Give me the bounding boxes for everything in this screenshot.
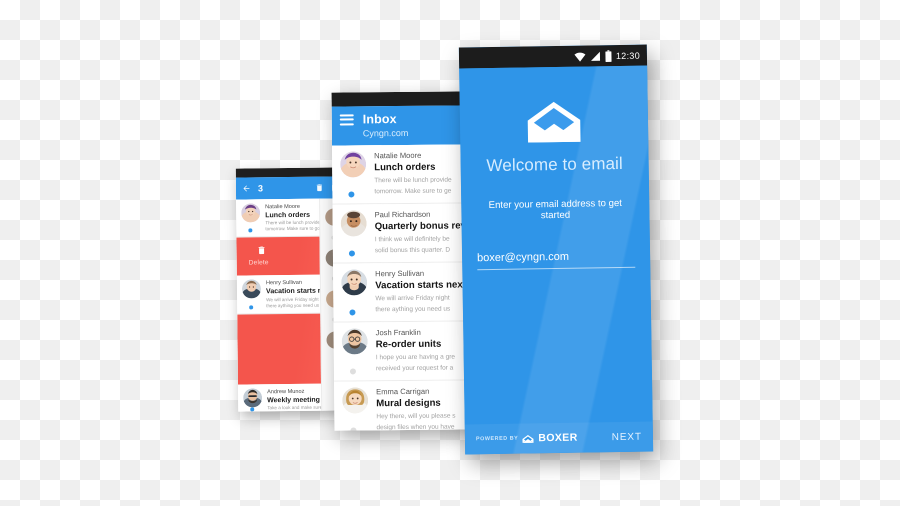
hamburger-menu-icon[interactable] bbox=[339, 111, 354, 127]
sender-name: Josh Franklin bbox=[375, 327, 421, 338]
avatar bbox=[241, 279, 262, 299]
sender-name: Henry Sullivan bbox=[375, 268, 425, 279]
account-subtitle: Cyngn.com bbox=[362, 127, 409, 139]
unread-dot bbox=[348, 250, 355, 257]
list-item-text: Henry Sullivan Vacation starts nex We wi… bbox=[375, 269, 467, 315]
inbox-email-list: Natalie Moore Lunch orders There will be… bbox=[331, 144, 475, 431]
welcome-bottom-bar: POWERED BY BOXER NEXT bbox=[464, 421, 654, 455]
appbar-top-row: Inbox bbox=[339, 110, 464, 127]
welcome-screen: Welcome to email Enter your email addres… bbox=[459, 65, 654, 455]
avatar bbox=[243, 388, 263, 408]
powered-by-boxer: POWERED BY BOXER bbox=[476, 432, 578, 446]
trash-icon[interactable] bbox=[315, 183, 324, 193]
open-envelope-icon bbox=[527, 101, 581, 143]
email-preview-line2: solid bonus this quarter. D bbox=[374, 246, 451, 254]
avatar bbox=[340, 210, 367, 237]
unread-dot bbox=[249, 305, 254, 310]
wifi-icon bbox=[574, 52, 586, 62]
unread-dot bbox=[250, 407, 255, 412]
list-item[interactable]: Josh Franklin Re-order units I hope you … bbox=[333, 321, 475, 382]
inbox-appbar: Inbox Cyngn.com bbox=[331, 105, 472, 146]
sender-name: Natalie Moore bbox=[374, 150, 422, 161]
signal-icon bbox=[591, 51, 601, 61]
list-item-text: Paul Richardson Quarterly bonus rev I th… bbox=[375, 209, 467, 255]
back-arrow-icon[interactable] bbox=[242, 183, 251, 193]
middle-phone-screen: Inbox Cyngn.com Natalie Moore Lunch orde… bbox=[331, 91, 475, 431]
next-button[interactable]: NEXT bbox=[612, 431, 642, 442]
email-subject: Mural designs bbox=[376, 398, 441, 410]
list-item-text: Emma Carrigan Mural designs Hey there, w… bbox=[376, 387, 468, 431]
list-item[interactable]: Henry Sullivan Vacation starts nex We wi… bbox=[333, 262, 474, 323]
front-phone-screen: 12:30 Welcome to email Enter your email … bbox=[458, 44, 654, 455]
status-time: 12:30 bbox=[615, 50, 641, 61]
read-dot bbox=[350, 427, 357, 431]
welcome-title: Welcome to email bbox=[486, 153, 623, 176]
list-item[interactable]: Paul Richardson Quarterly bonus rev I th… bbox=[332, 203, 474, 264]
avatar bbox=[341, 328, 368, 355]
email-preview-line1: Hey there, will you please s bbox=[376, 412, 456, 421]
unread-dot bbox=[348, 191, 355, 198]
list-item[interactable]: Emma Carrigan Mural designs Hey there, w… bbox=[334, 380, 475, 431]
swipe-delete-label: Delete bbox=[248, 259, 269, 267]
avatar bbox=[342, 387, 369, 414]
trash-icon bbox=[258, 247, 265, 255]
email-preview-line2: tomorrow. Make sure to ge bbox=[374, 187, 452, 195]
avatar bbox=[341, 269, 368, 296]
email-preview-line1: There will be lunch provide bbox=[374, 176, 452, 185]
email-preview-line1: I think we will definitely be bbox=[374, 235, 450, 244]
email-preview-line1: I hope you are having a gre bbox=[375, 353, 456, 362]
phone-mockup-composition: 3 Natalie Moore Lunch orders There will … bbox=[0, 0, 900, 506]
list-item[interactable]: Natalie Moore Lunch orders There will be… bbox=[331, 144, 473, 205]
unread-dot bbox=[349, 309, 356, 316]
sender-name: Paul Richardson bbox=[374, 209, 431, 220]
list-item-text: Natalie Moore Lunch orders There will be… bbox=[374, 150, 466, 196]
battery-icon bbox=[605, 49, 612, 62]
email-subject: Re-order units bbox=[375, 339, 442, 351]
email-preview-line1: We will arrive Friday night bbox=[375, 294, 450, 303]
page-title: Inbox bbox=[362, 112, 397, 127]
email-preview-line2: there aything you need us bbox=[375, 305, 451, 313]
unread-dot bbox=[248, 228, 253, 233]
front-phone-statusbar: 12:30 bbox=[458, 44, 648, 69]
email-preview-line2: received your request for a bbox=[375, 364, 454, 372]
powered-by-label: POWERED BY bbox=[475, 435, 519, 443]
boxer-envelope-icon bbox=[522, 434, 534, 443]
read-dot bbox=[349, 368, 356, 375]
selection-count: 3 bbox=[257, 183, 264, 194]
avatar bbox=[241, 203, 261, 223]
middle-phone-statusbar bbox=[331, 91, 472, 107]
email-field-wrapper[interactable]: boxer@cyngn.com bbox=[477, 250, 636, 271]
back-phone-screen: 3 Natalie Moore Lunch orders There will … bbox=[235, 167, 349, 412]
sender-name: Emma Carrigan bbox=[376, 386, 430, 397]
instruction-text: Enter your email address to get started bbox=[488, 197, 623, 222]
boxer-brand-name: BOXER bbox=[538, 431, 578, 445]
email-subject: Lunch orders bbox=[374, 161, 436, 174]
email-subject: Quarterly bonus rev bbox=[374, 220, 466, 233]
email-subject: Vacation starts nex bbox=[375, 279, 463, 292]
email-preview-line2: design files when you have bbox=[376, 423, 455, 431]
list-item-text: Josh Franklin Re-order units I hope you … bbox=[376, 328, 468, 374]
avatar bbox=[340, 151, 367, 178]
back-phone-selection-toolbar: 3 bbox=[235, 176, 347, 200]
